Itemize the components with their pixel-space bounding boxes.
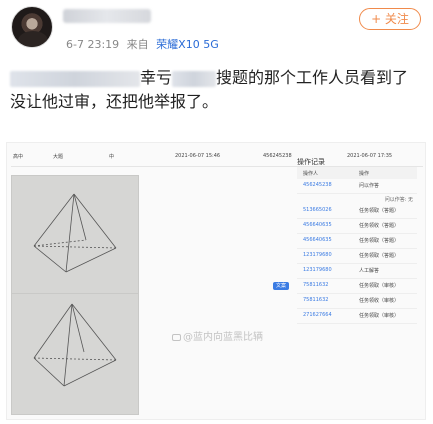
embedded-screenshot[interactable]: 高中 大题 中 2021-06-07 15:46 456245238 2021-… <box>6 142 426 420</box>
action-text: 任务领取（答题） <box>359 253 400 259</box>
geometry-figure <box>33 193 117 273</box>
log-sub-row: 问以作答: 无 <box>297 194 417 204</box>
log-row: 271627664 任务领取（审核） <box>297 309 417 324</box>
log-row: 123179680 人工解答 <box>297 264 417 279</box>
action-text: 任务领取（审核） <box>359 313 400 319</box>
post-text-line2: 没让他过审，还把他举报了。 <box>10 92 219 111</box>
log-title: 操作记录 <box>297 158 325 166</box>
log-row: 513665026 任务领取（答题） <box>297 204 417 219</box>
operator-id[interactable]: 75811632 <box>303 297 328 303</box>
log-row: 123179680 任务领取（答题） <box>297 249 417 264</box>
action-text: 任务领收（审核） <box>359 298 400 304</box>
username-redacted[interactable] <box>63 9 151 23</box>
camera-icon <box>172 333 181 341</box>
action-text: 任务领取（审核） <box>359 283 400 289</box>
operator-id[interactable]: 75811632 <box>303 282 328 288</box>
log-header-action: 操作 <box>359 171 370 177</box>
log-row: 75811632 任务领收（审核） <box>297 294 417 309</box>
post-meta: 6-7 23:19 来自 荣耀X10 5G <box>66 36 219 52</box>
post-timestamp: 6-7 23:19 <box>66 38 120 51</box>
log-header: 操作人 操作 <box>297 167 417 179</box>
watermark: @蓝内向蓝黑比辆 <box>172 328 263 343</box>
time1-cell: 2021-06-07 15:46 <box>175 153 221 159</box>
grade-cell: 高中 <box>13 154 24 160</box>
action-text: 任务领收（答题） <box>359 223 400 229</box>
watermark-text: @蓝内向蓝黑比辆 <box>183 332 263 343</box>
log-header-operator: 操作人 <box>303 171 319 177</box>
operator-id[interactable]: 123179680 <box>303 267 332 273</box>
log-row: 456245238 问以作答 <box>297 179 417 194</box>
operator-id[interactable]: 271627664 <box>303 312 332 318</box>
source-prefix: 来自 <box>126 38 149 51</box>
post-text-part2: 搜题的那个工作人员看到了 <box>216 68 409 87</box>
action-text: 任务领取（答题） <box>359 208 400 214</box>
tag-badge[interactable]: 文案 <box>273 282 289 290</box>
redacted-text <box>172 70 217 87</box>
log-row: 75811632 任务领取（审核） <box>297 279 417 294</box>
operator-id[interactable]: 456640635 <box>303 237 332 243</box>
action-text: 人工解答 <box>359 268 380 274</box>
question-photo[interactable] <box>11 175 139 297</box>
type-cell: 大题 <box>53 154 64 160</box>
redacted-text <box>10 70 140 87</box>
id-cell: 456245238 <box>263 153 292 159</box>
time2-cell: 2021-06-07 17:35 <box>347 153 393 159</box>
sub-text: 问以作答: 无 <box>384 197 413 203</box>
post-text: 幸亏 搜题的那个工作人员看到了 没让他过审，还把他举报了。 <box>10 66 428 114</box>
action-text: 任务领取（答题） <box>359 238 400 244</box>
log-row: 456640635 任务领取（答题） <box>297 234 417 249</box>
geometry-figure <box>33 303 117 387</box>
operator-id[interactable]: 123179680 <box>303 252 332 258</box>
post-text-part1: 幸亏 <box>140 68 173 87</box>
log-row: 456640635 任务领收（答题） <box>297 219 417 234</box>
device-link[interactable]: 荣耀X10 5G <box>156 38 219 51</box>
operator-id[interactable]: 513665026 <box>303 207 332 213</box>
operation-log: 操作人 操作 456245238 问以作答 问以作答: 无 513665026 任务… <box>297 167 417 324</box>
level-cell: 中 <box>109 154 115 160</box>
operator-id[interactable]: 456640635 <box>303 222 332 228</box>
post-header: 6-7 23:19 来自 荣耀X10 5G + 关注 <box>0 0 433 58</box>
question-photo[interactable] <box>11 293 139 415</box>
avatar[interactable] <box>11 6 53 48</box>
follow-button[interactable]: + 关注 <box>359 8 421 30</box>
action-text: 问以作答 <box>359 183 380 189</box>
operator-id[interactable]: 456245238 <box>303 182 332 188</box>
